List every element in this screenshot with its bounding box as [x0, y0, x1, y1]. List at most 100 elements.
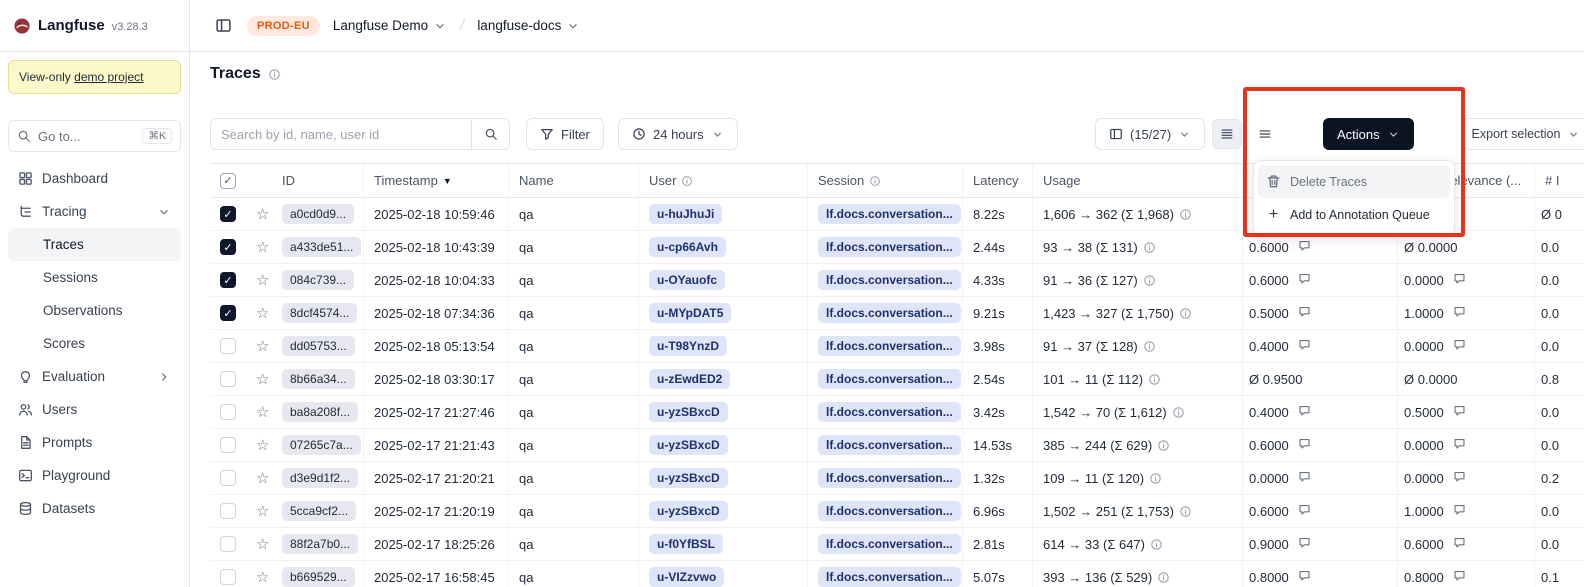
comment-bubble-icon[interactable] — [1298, 404, 1311, 420]
table-row[interactable]: ✓ ☆ 88f2a7b0... 2025-02-17 18:25:26 qa u… — [210, 528, 1584, 561]
trace-id-badge[interactable]: ba8a208f... — [282, 402, 358, 422]
comment-bubble-icon[interactable] — [1298, 569, 1311, 585]
user-badge[interactable]: u-VIZzvwo — [649, 567, 724, 587]
row-checkbox[interactable]: ✓ — [220, 437, 236, 453]
session-badge[interactable]: lf.docs.conversation... — [818, 369, 961, 389]
table-row[interactable]: ✓ ☆ d3e9d1f2... 2025-02-17 21:20:21 qa u… — [210, 462, 1584, 495]
row-checkbox[interactable]: ✓ — [220, 569, 236, 585]
session-badge[interactable]: lf.docs.conversation... — [818, 567, 961, 587]
bookmark-star-icon[interactable]: ☆ — [256, 471, 269, 486]
row-height-compact-button[interactable] — [1212, 119, 1242, 149]
sidebar-item-evaluation[interactable]: Evaluation — [8, 360, 181, 393]
goto-search[interactable]: Go to... ⌘K — [8, 120, 181, 152]
sidebar-item-prompts[interactable]: Prompts — [8, 426, 181, 459]
column-header-session[interactable]: Session — [808, 164, 963, 198]
column-header-name[interactable]: Name — [509, 164, 639, 198]
sidebar-item-sessions[interactable]: Sessions — [8, 261, 181, 294]
user-badge[interactable]: u-zEwdED2 — [649, 369, 730, 389]
comment-bubble-icon[interactable] — [1298, 536, 1311, 552]
bookmark-star-icon[interactable]: ☆ — [256, 504, 269, 519]
session-badge[interactable]: lf.docs.conversation... — [818, 303, 961, 323]
table-row[interactable]: ✓ ☆ 5cca9cf2... 2025-02-17 21:20:19 qa u… — [210, 495, 1584, 528]
select-all-checkbox[interactable]: ✓ — [220, 173, 236, 189]
session-badge[interactable]: lf.docs.conversation... — [818, 270, 961, 290]
trace-id-badge[interactable]: b669529... — [282, 567, 355, 587]
comment-bubble-icon[interactable] — [1453, 503, 1466, 519]
bookmark-star-icon[interactable]: ☆ — [256, 405, 269, 420]
search-input[interactable] — [211, 119, 471, 149]
user-badge[interactable]: u-yzSBxcD — [649, 468, 728, 488]
trace-id-badge[interactable]: 07265c7a... — [282, 435, 361, 455]
user-badge[interactable]: u-yzSBxcD — [649, 501, 728, 521]
session-badge[interactable]: lf.docs.conversation... — [818, 468, 961, 488]
sidebar-item-scores[interactable]: Scores — [8, 327, 181, 360]
sidebar-item-observations[interactable]: Observations — [8, 294, 181, 327]
session-badge[interactable]: lf.docs.conversation... — [818, 435, 961, 455]
session-badge[interactable]: lf.docs.conversation... — [818, 237, 961, 257]
trace-id-badge[interactable]: 5cca9cf2... — [282, 501, 356, 521]
table-row[interactable]: ✓ ☆ 8dcf4574... 2025-02-18 07:34:36 qa u… — [210, 297, 1584, 330]
trace-id-badge[interactable]: a433de51... — [282, 237, 361, 257]
menu-item-add-to-annotation-queue[interactable]: + Add to Annotation Queue — [1258, 198, 1450, 231]
comment-bubble-icon[interactable] — [1453, 404, 1466, 420]
bookmark-star-icon[interactable]: ☆ — [256, 207, 269, 222]
trace-id-badge[interactable]: d3e9d1f2... — [282, 468, 358, 488]
sidebar-toggle-button[interactable] — [212, 15, 234, 37]
trace-id-badge[interactable]: 084c739... — [282, 270, 354, 290]
user-badge[interactable]: u-f0YfBSL — [649, 534, 723, 554]
menu-item-delete-traces[interactable]: Delete Traces — [1258, 165, 1450, 198]
row-checkbox[interactable]: ✓ — [220, 338, 236, 354]
actions-button[interactable]: Actions — [1323, 118, 1414, 150]
user-badge[interactable]: u-yzSBxcD — [649, 402, 728, 422]
org-selector[interactable]: Langfuse Demo — [333, 18, 447, 33]
comment-bubble-icon[interactable] — [1453, 569, 1466, 585]
trace-id-badge[interactable]: 8dcf4574... — [282, 303, 357, 323]
row-checkbox[interactable]: ✓ — [220, 536, 236, 552]
row-checkbox[interactable]: ✓ — [220, 272, 236, 288]
session-badge[interactable]: lf.docs.conversation... — [818, 204, 961, 224]
demo-project-link[interactable]: demo project — [74, 70, 143, 84]
user-badge[interactable]: u-yzSBxcD — [649, 435, 728, 455]
sidebar-item-datasets[interactable]: Datasets — [8, 492, 181, 525]
user-badge[interactable]: u-T98YnzD — [649, 336, 727, 356]
sidebar-item-tracing[interactable]: Tracing — [8, 195, 181, 228]
trace-id-badge[interactable]: a0cd0d9... — [282, 204, 354, 224]
trace-id-badge[interactable]: 8b66a34... — [282, 369, 355, 389]
column-visibility-button[interactable]: (15/27) — [1095, 118, 1205, 150]
row-checkbox[interactable]: ✓ — [220, 305, 236, 321]
project-selector[interactable]: langfuse-docs — [477, 18, 580, 33]
session-badge[interactable]: lf.docs.conversation... — [818, 336, 961, 356]
table-row[interactable]: ✓ ☆ 084c739... 2025-02-18 10:04:33 qa u-… — [210, 264, 1584, 297]
row-checkbox[interactable]: ✓ — [220, 239, 236, 255]
sidebar-item-playground[interactable]: Playground — [8, 459, 181, 492]
trace-id-badge[interactable]: dd05753... — [282, 336, 355, 356]
comment-bubble-icon[interactable] — [1453, 338, 1466, 354]
comment-bubble-icon[interactable] — [1298, 305, 1311, 321]
session-badge[interactable]: lf.docs.conversation... — [818, 402, 961, 422]
table-row[interactable]: ✓ ☆ 8b66a34... 2025-02-18 03:30:17 qa u-… — [210, 363, 1584, 396]
column-header-latency[interactable]: Latency — [963, 164, 1033, 198]
time-range-button[interactable]: 24 hours — [618, 118, 738, 150]
row-checkbox[interactable]: ✓ — [220, 404, 236, 420]
comment-bubble-icon[interactable] — [1453, 536, 1466, 552]
bookmark-star-icon[interactable]: ☆ — [256, 537, 269, 552]
bookmark-star-icon[interactable]: ☆ — [256, 372, 269, 387]
row-checkbox[interactable]: ✓ — [220, 503, 236, 519]
export-selection-button[interactable]: Export selection — [1463, 118, 1584, 150]
table-row[interactable]: ✓ ☆ b669529... 2025-02-17 16:58:45 qa u-… — [210, 561, 1584, 587]
row-checkbox[interactable]: ✓ — [220, 371, 236, 387]
table-row[interactable]: ✓ ☆ 07265c7a... 2025-02-17 21:21:43 qa u… — [210, 429, 1584, 462]
column-header-user[interactable]: User — [639, 164, 808, 198]
column-header-score-c[interactable]: # I — [1535, 164, 1584, 198]
comment-bubble-icon[interactable] — [1298, 503, 1311, 519]
trace-id-badge[interactable]: 88f2a7b0... — [282, 534, 358, 554]
comment-bubble-icon[interactable] — [1453, 470, 1466, 486]
column-header-timestamp[interactable]: Timestamp▼ — [364, 164, 509, 198]
bookmark-star-icon[interactable]: ☆ — [256, 306, 269, 321]
sidebar-item-users[interactable]: Users — [8, 393, 181, 426]
bookmark-star-icon[interactable]: ☆ — [256, 570, 269, 585]
comment-bubble-icon[interactable] — [1298, 338, 1311, 354]
user-badge[interactable]: u-cp66Avh — [649, 237, 726, 257]
column-header-usage[interactable]: Usage — [1033, 164, 1243, 198]
bookmark-star-icon[interactable]: ☆ — [256, 438, 269, 453]
